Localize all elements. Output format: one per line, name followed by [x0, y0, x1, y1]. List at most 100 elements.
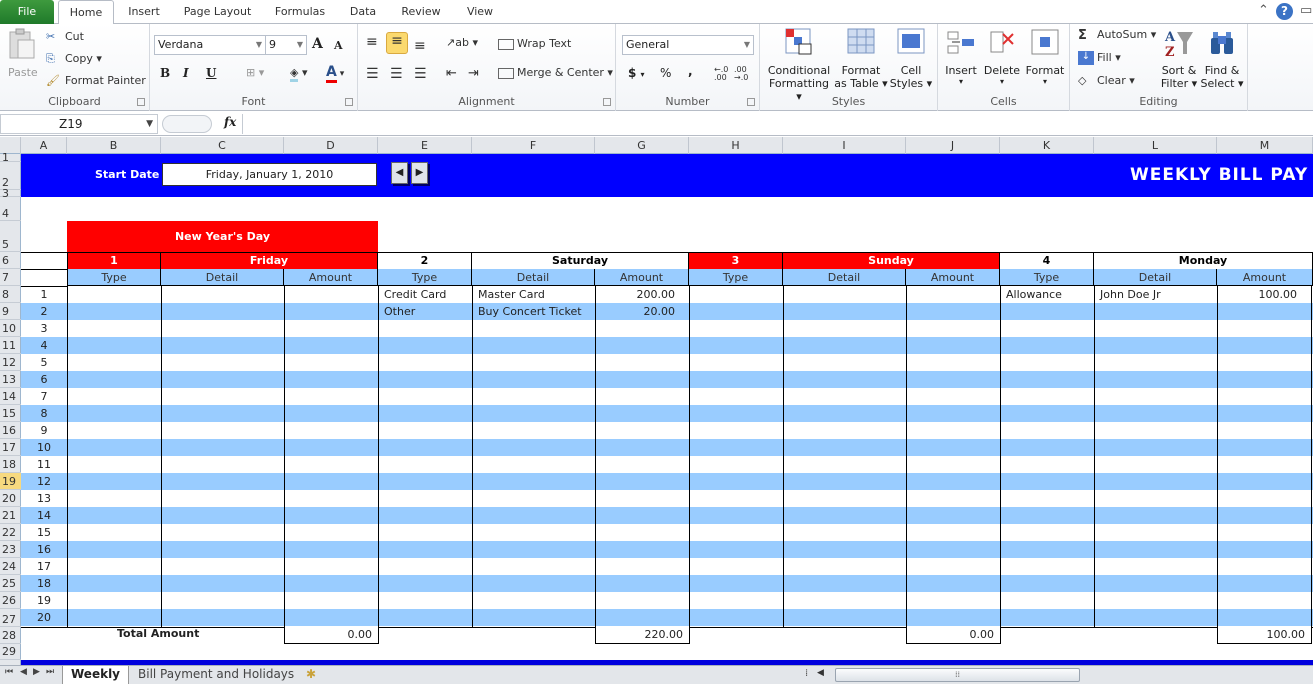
formula-bar-expander[interactable] — [162, 115, 212, 133]
column-header-f[interactable]: F — [472, 137, 595, 154]
sheet-tab-bill-payment-and-holidays[interactable]: Bill Payment and Holidays — [130, 666, 302, 684]
split-handle-icon[interactable]: ⁞ — [805, 668, 808, 679]
cell-styles-button[interactable]: Cell Styles ▾ — [888, 28, 934, 90]
next-week-button[interactable]: ▶ — [411, 162, 428, 184]
format-as-table-button[interactable]: Format as Table ▾ — [834, 28, 888, 90]
start-date-field[interactable]: Friday, January 1, 2010 — [162, 163, 377, 186]
row-header-23[interactable]: 23 — [0, 541, 21, 558]
align-bottom-button[interactable]: ≡ — [414, 38, 426, 54]
row-header-13[interactable]: 13 — [0, 371, 21, 388]
percent-button[interactable]: % — [660, 66, 671, 80]
tab-view[interactable]: View — [460, 0, 500, 24]
name-box[interactable]: Z19 ▼ — [0, 114, 158, 134]
saturday-type-cell[interactable]: Other — [378, 303, 472, 320]
clipboard-launcher-icon[interactable] — [137, 98, 145, 106]
column-header-a[interactable]: A — [21, 137, 67, 154]
first-sheet-icon[interactable]: ⏮ — [5, 667, 13, 677]
next-sheet-icon[interactable]: ▶ — [33, 667, 40, 677]
row-header-3[interactable]: 3 — [0, 188, 21, 199]
align-top-button[interactable]: ≡ — [366, 34, 378, 50]
scrollbar-thumb[interactable]: ⁞⁞ — [835, 668, 1080, 682]
font-name-combo[interactable]: Verdana ▼ — [154, 35, 266, 55]
merge-center-button[interactable]: Merge & Center ▾ — [498, 66, 613, 79]
row-header-1[interactable]: 1 — [0, 152, 21, 163]
tab-formulas[interactable]: Formulas — [270, 0, 330, 24]
last-sheet-icon[interactable]: ⏭ — [46, 667, 54, 677]
row-header-7[interactable]: 7 — [0, 269, 21, 286]
row-header-29[interactable]: 29 — [0, 644, 21, 660]
previous-week-button[interactable]: ◀ — [391, 162, 408, 184]
bold-button[interactable]: B — [160, 66, 170, 80]
row-header-10[interactable]: 10 — [0, 320, 21, 337]
previous-sheet-icon[interactable]: ◀ — [20, 667, 27, 677]
row-header-6[interactable]: 6 — [0, 252, 21, 269]
column-header-c[interactable]: C — [161, 137, 284, 154]
row-header-2[interactable]: 2 — [0, 162, 21, 190]
sunday-total[interactable]: 0.00 — [906, 627, 1001, 644]
shrink-font-button[interactable]: A — [334, 39, 343, 52]
column-header-e[interactable]: E — [378, 137, 472, 154]
scroll-left-icon[interactable]: ◀ — [817, 668, 824, 678]
saturday-detail-cell[interactable]: Buy Concert Ticket — [472, 303, 595, 320]
tab-home[interactable]: Home — [58, 0, 114, 25]
row-header-14[interactable]: 14 — [0, 388, 21, 405]
saturday-type-cell[interactable]: Credit Card — [378, 286, 472, 303]
insert-cells-button[interactable]: Insert ▾ — [942, 28, 980, 90]
row-header-5[interactable]: 5 — [0, 221, 21, 252]
format-cells-button[interactable]: Format ▾ — [1024, 28, 1066, 90]
font-size-combo[interactable]: 9 ▼ — [265, 35, 307, 55]
tab-review[interactable]: Review — [396, 0, 446, 24]
row-header-25[interactable]: 25 — [0, 575, 21, 592]
monday-amount-cell[interactable]: 100.00 — [1217, 286, 1311, 303]
sheet-tab-weekly[interactable]: Weekly — [62, 666, 130, 684]
increase-indent-button[interactable]: ⇥ — [468, 66, 479, 81]
minimize-ribbon-icon[interactable]: ⌃ — [1258, 3, 1269, 18]
grow-font-button[interactable]: A — [312, 36, 323, 52]
row-header-12[interactable]: 12 — [0, 354, 21, 371]
borders-button[interactable]: ⊞ ▾ — [246, 66, 264, 79]
saturday-amount-cell[interactable]: 200.00 — [595, 286, 689, 303]
orientation-button[interactable]: ↗ab ▾ — [446, 36, 478, 49]
comma-button[interactable]: , — [688, 64, 693, 78]
font-color-button[interactable]: A ▾ — [326, 64, 344, 83]
monday-total[interactable]: 100.00 — [1217, 627, 1312, 644]
row-header-8[interactable]: 8 — [0, 286, 21, 303]
find-select-button[interactable]: Find & Select ▾ — [1200, 28, 1244, 90]
autosum-button[interactable]: Σ AutoSum ▾ — [1078, 28, 1156, 43]
saturday-detail-cell[interactable]: Master Card — [472, 286, 595, 303]
row-header-26[interactable]: 26 — [0, 592, 21, 609]
row-header-11[interactable]: 11 — [0, 337, 21, 354]
row-header-22[interactable]: 22 — [0, 524, 21, 541]
align-left-button[interactable]: ☰ — [366, 66, 379, 82]
row-header-20[interactable]: 20 — [0, 490, 21, 507]
column-header-i[interactable]: I — [783, 137, 906, 154]
tab-page-layout[interactable]: Page Layout — [180, 0, 255, 24]
tab-data[interactable]: Data — [345, 0, 381, 24]
underline-button[interactable]: U — [206, 66, 216, 80]
column-header-d[interactable]: D — [284, 137, 378, 154]
insert-function-icon[interactable]: fx — [224, 115, 236, 129]
formula-input[interactable] — [242, 114, 1313, 134]
copy-button[interactable]: ⎘ Copy ▾ — [46, 52, 102, 66]
saturday-total[interactable]: 220.00 — [595, 627, 690, 644]
delete-cells-button[interactable]: Delete ▾ — [982, 28, 1022, 90]
column-header-b[interactable]: B — [67, 137, 161, 154]
row-header-24[interactable]: 24 — [0, 558, 21, 575]
clear-button[interactable]: ◇ Clear ▾ — [1078, 74, 1135, 88]
align-middle-button[interactable]: ≡ — [386, 32, 408, 54]
fill-button[interactable]: ↓ Fill ▾ — [1078, 51, 1121, 65]
row-header-27[interactable]: 27 — [0, 609, 21, 627]
paste-button[interactable]: Paste — [4, 28, 40, 86]
align-center-button[interactable]: ☰ — [390, 66, 403, 82]
column-header-g[interactable]: G — [595, 137, 689, 154]
column-header-j[interactable]: J — [906, 137, 1000, 154]
alignment-launcher-icon[interactable] — [603, 98, 611, 106]
font-launcher-icon[interactable] — [345, 98, 353, 106]
increase-decimal-button[interactable]: ←.0.00 — [714, 66, 728, 82]
column-header-m[interactable]: M — [1217, 137, 1313, 154]
row-header-19[interactable]: 19 — [0, 473, 21, 490]
row-header-4[interactable]: 4 — [0, 197, 21, 221]
row-header-21[interactable]: 21 — [0, 507, 21, 524]
tab-file[interactable]: File — [0, 0, 54, 24]
row-header-18[interactable]: 18 — [0, 456, 21, 473]
